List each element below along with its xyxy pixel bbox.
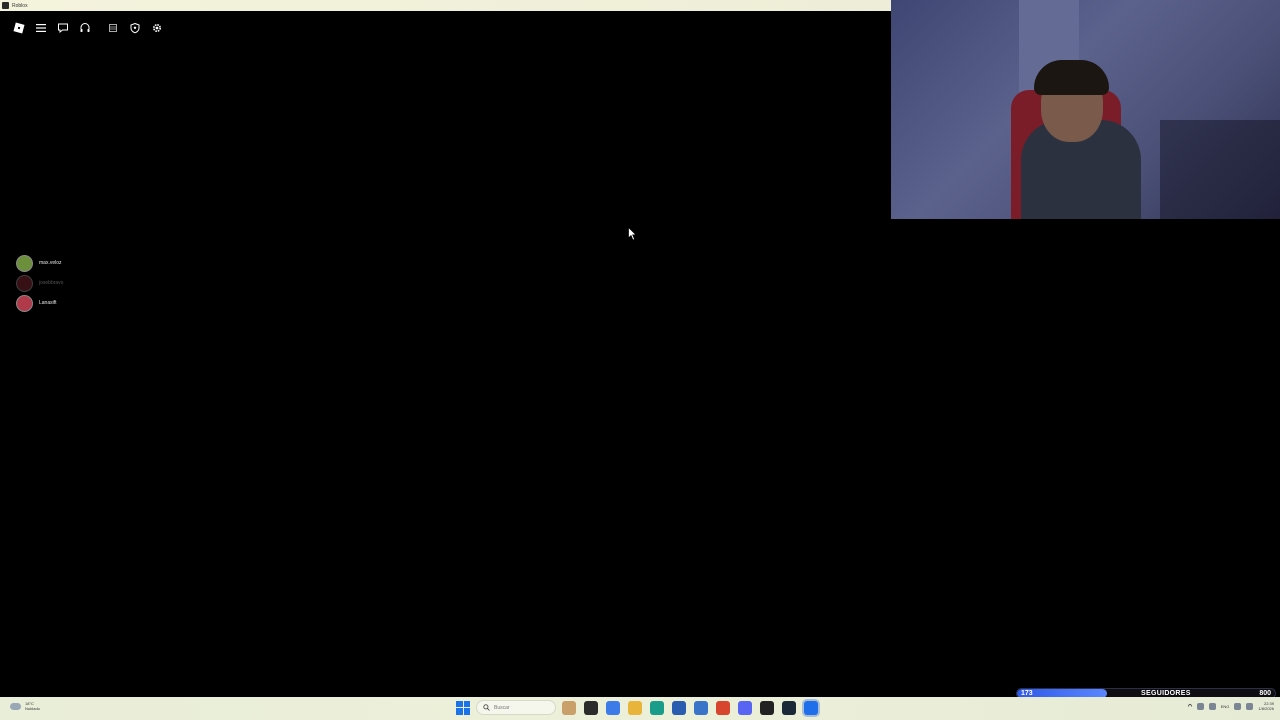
player-name: max.veloz	[39, 260, 62, 266]
player-name: josebbravo	[39, 280, 64, 286]
shield-button[interactable]	[126, 19, 144, 37]
avatar	[16, 294, 33, 312]
window-title: Roblox	[12, 2, 28, 9]
windows-start-icon[interactable]	[456, 700, 470, 715]
window-titlebar: Roblox	[0, 0, 891, 11]
player-entry[interactable]: Lanasift	[16, 294, 63, 312]
shield-icon	[130, 22, 140, 34]
chrome-app-icon[interactable]	[716, 700, 730, 715]
voice-button[interactable]	[76, 19, 94, 37]
avatar	[16, 254, 33, 272]
menu-icon	[36, 24, 46, 32]
folder-app-icon[interactable]	[628, 700, 642, 715]
search-placeholder: Buscar	[494, 704, 510, 711]
steam-app-icon[interactable]	[782, 700, 796, 715]
tray-app-icon[interactable]	[1196, 702, 1204, 710]
inventory-button[interactable]	[104, 19, 122, 37]
cloud-icon	[10, 702, 21, 710]
chat-icon	[58, 23, 68, 34]
webcam-overlay	[891, 0, 1280, 219]
taskbar-apps: Buscar	[456, 700, 818, 715]
roblox-logo-button[interactable]	[10, 19, 28, 37]
roblox-logo-icon	[13, 22, 25, 34]
tray-language[interactable]: ENG	[1221, 704, 1230, 709]
roblox-topbar	[10, 19, 166, 37]
player-entry[interactable]: max.veloz	[16, 254, 63, 272]
clock-date: 1/8/2026	[1258, 706, 1274, 711]
chat-button[interactable]	[54, 19, 72, 37]
weather-widget[interactable]: 18°C Nublado	[10, 701, 40, 711]
avatar	[16, 274, 33, 292]
store-app-icon[interactable]	[672, 700, 686, 715]
roblox-studio-app-icon[interactable]	[760, 700, 774, 715]
volume-icon[interactable]	[1246, 702, 1254, 710]
webcam-person-hair	[1034, 60, 1109, 95]
chevron-up-icon[interactable]	[1186, 703, 1193, 709]
tray-clock[interactable]: 22:39 1/8/2026	[1258, 701, 1274, 711]
player-name: Lanasift	[39, 300, 57, 306]
tray-download-icon[interactable]	[1208, 702, 1216, 710]
inventory-icon	[109, 24, 117, 32]
discord-app-icon[interactable]	[738, 700, 752, 715]
roblox-app-icon	[2, 2, 9, 9]
weather-desc: Nublado	[25, 706, 40, 711]
webcam-shadow	[1160, 120, 1280, 219]
headset-icon	[80, 23, 90, 32]
voice-player-list: max.veloz josebbravo Lanasift	[16, 254, 64, 312]
windows-taskbar: 18°C Nublado Buscar ENG 22:39 1/8/2026	[0, 697, 1280, 720]
search-icon	[483, 704, 490, 711]
settings-button[interactable]	[148, 19, 166, 37]
copilot-app-icon[interactable]	[606, 700, 620, 715]
edge-app-icon[interactable]	[650, 700, 664, 715]
gear-icon	[152, 23, 162, 33]
mail-app-icon[interactable]	[694, 700, 708, 715]
system-tray: ENG 22:39 1/8/2026	[1186, 701, 1274, 711]
player-entry[interactable]: josebbravo	[16, 274, 64, 292]
menu-button[interactable]	[32, 19, 50, 37]
wifi-icon[interactable]	[1234, 702, 1242, 710]
mouse-cursor-icon	[628, 227, 637, 241]
file-explorer-app-icon[interactable]	[584, 700, 598, 715]
taskbar-search[interactable]: Buscar	[476, 700, 556, 715]
roblox-app-icon[interactable]	[804, 700, 818, 715]
assistant-app-icon[interactable]	[562, 700, 576, 715]
